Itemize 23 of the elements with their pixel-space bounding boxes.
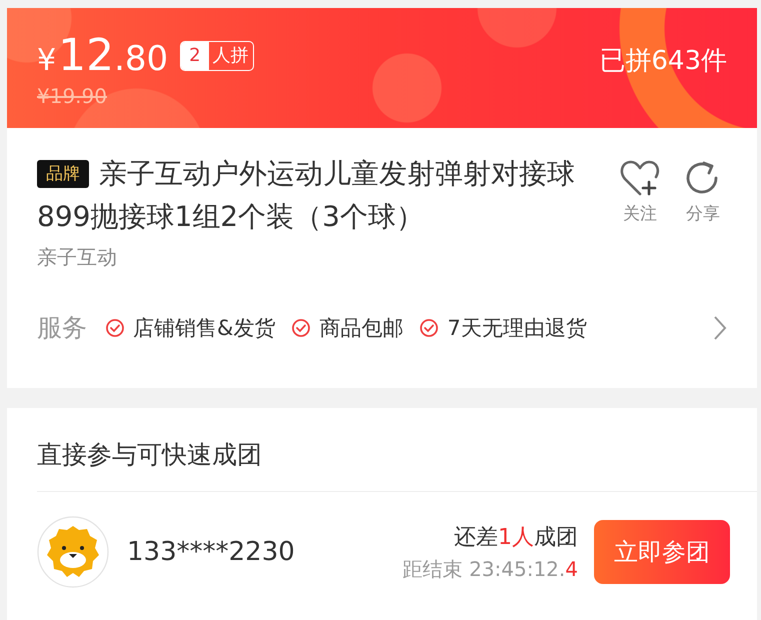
check-circle-icon (419, 318, 440, 338)
brand-name: 亲子互动 (37, 244, 118, 271)
service-item: 店铺销售&发货 (133, 314, 276, 342)
original-price: ¥19.90 (37, 84, 107, 108)
check-circle-icon (291, 318, 312, 338)
section-title: 直接参与可快速成团 (37, 439, 263, 471)
countdown-text: 距结束 23:45:12.4 (402, 556, 578, 582)
group-price: ¥12.80 (37, 34, 168, 78)
service-item: 7天无理由退货 (447, 314, 587, 342)
service-item: 商品包邮 (319, 314, 404, 342)
sold-count: 已拼643件 (599, 44, 727, 78)
heart-plus-icon (619, 158, 661, 198)
group-need-text: 还差1人成团 (454, 524, 578, 552)
chevron-right-icon[interactable] (713, 314, 727, 340)
follow-button[interactable]: 关注 (619, 158, 661, 271)
user-phone: 133****2230 (127, 537, 295, 567)
join-group-button[interactable]: 立即参团 (594, 520, 730, 584)
group-size-badge: 2 人拼 (180, 41, 254, 71)
services-label: 服务 (37, 312, 87, 344)
avatar-icon (37, 516, 109, 588)
product-title: 品牌 亲子互动户外运动儿童发射弹射对接球899抛接球1组2个装（3个球） (37, 156, 576, 235)
share-button[interactable]: 分享 (683, 158, 723, 271)
check-circle-icon (105, 318, 125, 338)
